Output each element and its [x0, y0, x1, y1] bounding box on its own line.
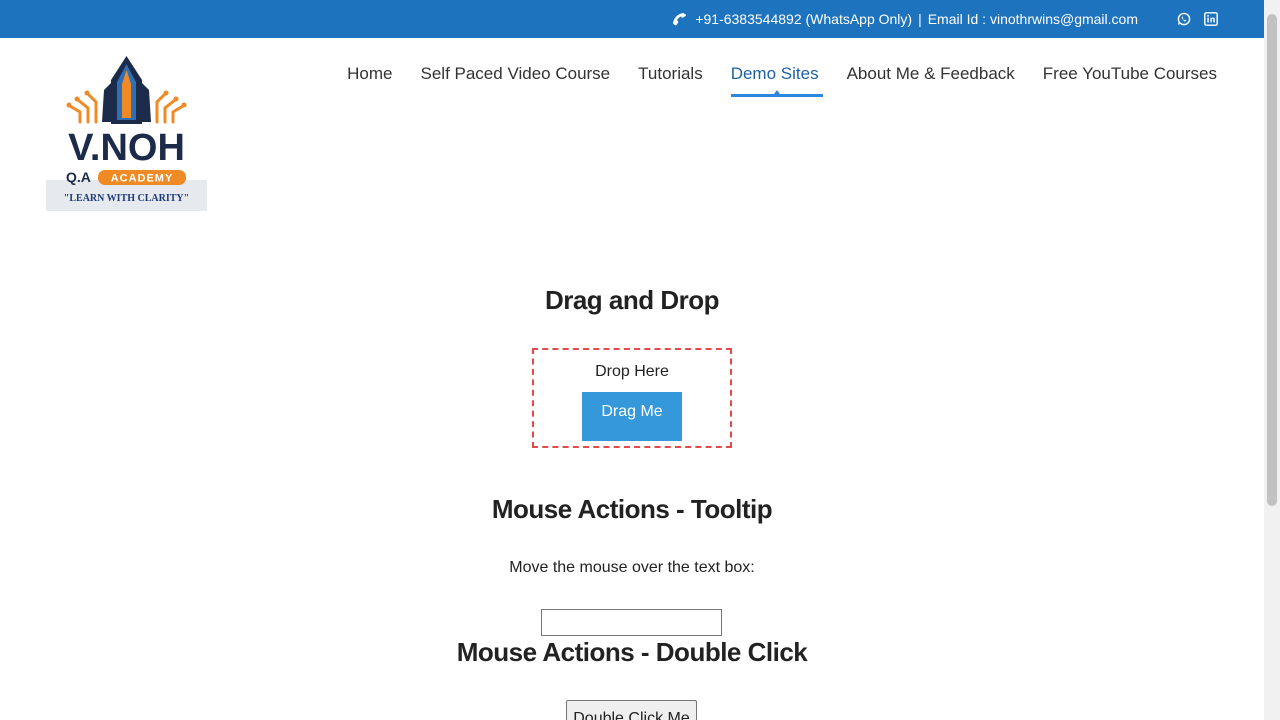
nav-item-label: Free YouTube Courses	[1042, 64, 1217, 83]
page-scrollbar[interactable]	[1264, 0, 1280, 720]
nav-item-self-paced-video-course[interactable]: Self Paced Video Course	[421, 64, 611, 97]
drag-drop-heading: Drag and Drop	[544, 285, 720, 315]
logo-academy-prefix: Q.A	[66, 169, 91, 185]
nav-item-label: About Me & Feedback	[846, 64, 1015, 83]
tooltip-instruction: Move the mouse over the text box:	[509, 559, 755, 576]
double-click-button[interactable]: Double Click Me	[566, 700, 697, 720]
top-contact-bar: +91-6383544892 (WhatsApp Only) | Email I…	[0, 0, 1264, 38]
drop-zone[interactable]: Drop Here Drag Me	[532, 348, 732, 448]
nav-item-tutorials[interactable]: Tutorials	[638, 64, 703, 97]
phone-icon	[671, 11, 687, 27]
main-nav: Home Self Paced Video Course Tutorials D…	[347, 64, 1217, 97]
logo-tagline: "LEARN WITH CLARITY"	[64, 193, 189, 204]
nav-item-label: Tutorials	[638, 64, 703, 83]
tooltip-heading: Mouse Actions - Tooltip	[491, 494, 773, 524]
nav-item-home[interactable]: Home	[347, 64, 392, 97]
drag-me-box[interactable]: Drag Me	[582, 392, 682, 441]
contact-info: +91-6383544892 (WhatsApp Only) | Email I…	[671, 0, 1138, 38]
nav-item-label: Demo Sites	[730, 64, 819, 83]
site-logo[interactable]: V.NOH Q.A ACADEMY "LEARN WITH CLARITY"	[46, 50, 207, 211]
nav-item-label: Home	[347, 64, 393, 83]
nav-item-label: Self Paced Video Course	[420, 64, 611, 83]
active-nav-indicator	[730, 90, 823, 97]
nav-item-demo-sites[interactable]: Demo Sites	[730, 64, 823, 97]
social-links	[1177, 0, 1218, 38]
whatsapp-icon[interactable]	[1177, 12, 1191, 26]
nav-item-free-youtube-courses[interactable]: Free YouTube Courses	[1043, 64, 1217, 97]
contact-separator: |	[918, 11, 922, 27]
linkedin-icon[interactable]	[1204, 12, 1218, 26]
tooltip-text-box[interactable]	[541, 609, 722, 636]
logo-brand-text: V.NOH	[68, 127, 185, 169]
phone-number: +91-6383544892 (WhatsApp Only)	[695, 11, 913, 27]
scrollbar-thumb[interactable]	[1267, 14, 1277, 506]
nav-item-about-me-feedback[interactable]: About Me & Feedback	[847, 64, 1015, 97]
drop-zone-label: Drop Here	[595, 363, 669, 380]
double-click-heading: Mouse Actions - Double Click	[456, 637, 808, 667]
logo-academy-text: ACADEMY	[111, 173, 174, 185]
email-text: Email Id : vinothrwins@gmail.com	[927, 11, 1138, 27]
